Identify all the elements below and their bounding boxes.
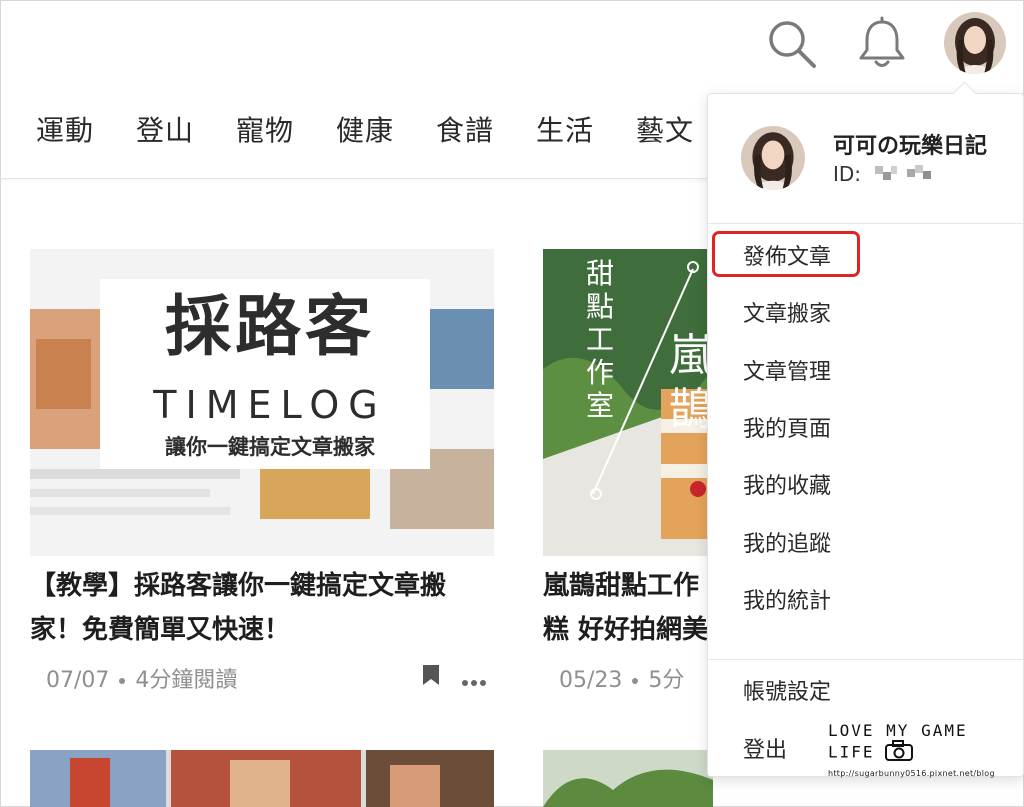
- separator-dot: [119, 678, 126, 684]
- user-id-redacted: [873, 163, 937, 188]
- article-date: 05/23: [559, 668, 623, 693]
- avatar[interactable]: [944, 12, 1006, 74]
- category-pets[interactable]: 寵物: [236, 109, 294, 149]
- article-read-time: 4分鐘閱讀: [135, 668, 238, 693]
- menu-item-publish[interactable]: 發佈文章: [743, 239, 831, 271]
- camera-icon: [884, 740, 914, 766]
- more-options-icon[interactable]: [461, 672, 487, 691]
- article-read-time: 5分: [648, 668, 685, 693]
- category-recipes[interactable]: 食譜: [436, 109, 494, 149]
- menu-item-move-articles[interactable]: 文章搬家: [743, 296, 831, 328]
- category-sports[interactable]: 運動: [36, 109, 94, 149]
- top-bar: [0, 0, 1024, 95]
- category-health[interactable]: 健康: [336, 109, 394, 149]
- user-name: 可可の玩樂日記: [833, 134, 988, 159]
- user-id-label: ID:: [833, 162, 862, 186]
- avatar[interactable]: [741, 126, 805, 190]
- article-title-line: 家！免費簡單又快速！: [30, 615, 291, 645]
- user-id: ID:: [833, 162, 937, 188]
- thumbnail-caption: 讓你一鍵搞定文章搬家: [165, 435, 375, 459]
- article-title-line: 糕 好好拍網美: [543, 615, 708, 645]
- search-icon[interactable]: [766, 18, 818, 70]
- divider: [708, 659, 1023, 660]
- article-thumbnail[interactable]: [543, 750, 713, 807]
- separator-dot: [632, 678, 639, 684]
- user-dropdown-menu: 可可の玩樂日記 ID: 發佈文章 文章搬家 文章管理 我的頁面 我的收藏 我的追…: [707, 81, 1024, 777]
- thumbnail-vertical-text: 甜點工作室: [585, 257, 614, 422]
- menu-item-manage-articles[interactable]: 文章管理: [743, 354, 831, 386]
- article-title[interactable]: 嵐鵲甜點工作 糕 好好拍網美: [543, 564, 708, 652]
- watermark-text-row: LOVE MY GAME LIFE: [828, 721, 1024, 766]
- article-title-line: 嵐鵲甜點工作: [543, 571, 700, 601]
- article-title[interactable]: 【教學】採路客讓你一鍵搞定文章搬 家！免費簡單又快速！: [30, 564, 500, 652]
- thumbnail-logo-subtitle: TIMELOG: [153, 383, 387, 427]
- article-meta: 05/23 5分: [559, 662, 707, 694]
- article-meta: 07/07 4分鐘閱讀: [46, 662, 237, 694]
- thumbnail-logo-title: 採路客: [165, 288, 375, 365]
- watermark-url: http://sugarbunny0516.pixnet.net/blog: [828, 769, 995, 778]
- category-hiking[interactable]: 登山: [136, 109, 194, 149]
- menu-item-my-stats[interactable]: 我的統計: [743, 583, 831, 615]
- article-thumbnail[interactable]: 甜點工作室 嵐鵲: [543, 249, 713, 556]
- category-arts[interactable]: 藝文: [636, 109, 694, 149]
- menu-item-my-following[interactable]: 我的追蹤: [743, 526, 831, 558]
- menu-item-my-page[interactable]: 我的頁面: [743, 411, 831, 443]
- bell-icon[interactable]: [856, 16, 908, 70]
- bookmark-icon[interactable]: [422, 664, 440, 690]
- watermark: LOVE MY GAME LIFE http://sugarbunny0516.…: [828, 721, 1024, 778]
- article-thumbnail[interactable]: 採路客 TIMELOG 讓你一鍵搞定文章搬家: [30, 249, 494, 556]
- article-date: 07/07: [46, 668, 110, 693]
- menu-item-logout[interactable]: 登出: [743, 732, 787, 764]
- thumbnail-brand-text: 嵐鵲: [669, 330, 713, 435]
- category-life[interactable]: 生活: [536, 109, 594, 149]
- menu-item-my-favorites[interactable]: 我的收藏: [743, 468, 831, 500]
- article-thumbnail[interactable]: [30, 750, 494, 807]
- article-title-line: 【教學】採路客讓你一鍵搞定文章搬: [30, 571, 447, 601]
- divider: [708, 223, 1023, 224]
- menu-item-account-settings[interactable]: 帳號設定: [743, 674, 831, 706]
